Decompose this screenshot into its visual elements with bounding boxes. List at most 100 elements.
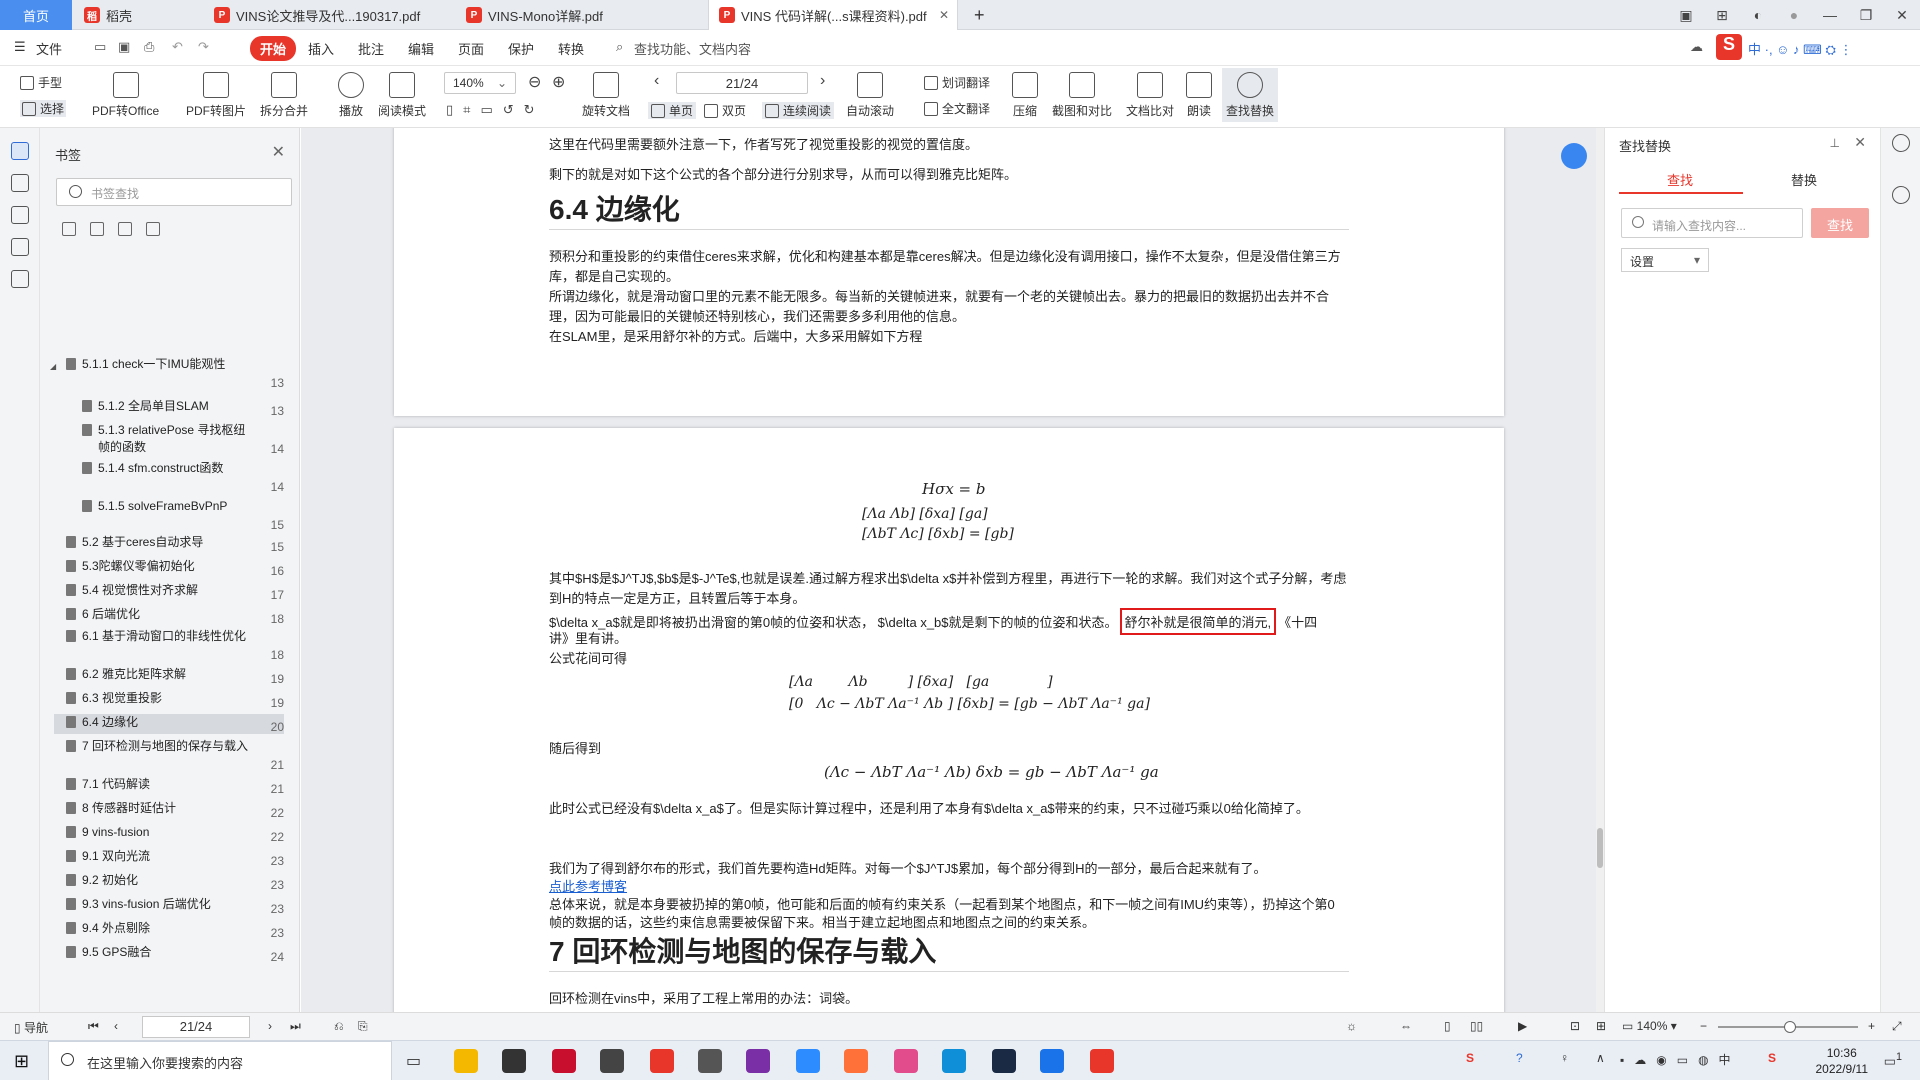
redo-icon[interactable]: ↷ <box>198 39 209 55</box>
screenshot-compare-button[interactable]: 截图和对比 <box>1052 72 1112 119</box>
expand-all-icon[interactable] <box>62 222 76 236</box>
collapse-all-icon[interactable] <box>90 222 104 236</box>
sidebar-item[interactable]: 9.3 vins-fusion 后端优化 23 <box>54 896 284 916</box>
nav-toggle[interactable]: ▯ 导航 <box>14 1019 48 1036</box>
sidebar-item[interactable]: ◢ 5.1.1 check一下IMU能观性 13 <box>50 356 284 390</box>
zoom-in-icon[interactable]: + <box>1868 1019 1875 1033</box>
sidebar-item[interactable]: 5.3陀螺仪零偏初始化 16 <box>54 558 284 578</box>
sidebar-item[interactable]: 6.4 边缘化 20 <box>54 714 284 734</box>
save-icon[interactable]: ▣ <box>118 39 130 55</box>
close-icon[interactable]: ✕ <box>1854 134 1866 151</box>
page-input[interactable]: 21/24 <box>676 72 808 94</box>
double-page-button[interactable]: 双页 <box>704 102 746 119</box>
sidebar-item[interactable]: 8 传感器时延估计 22 <box>54 800 284 820</box>
word-translate-button[interactable]: 划词翻译 <box>924 74 990 91</box>
compress-button[interactable]: 压缩 <box>1012 72 1038 119</box>
layout-icon[interactable]: ▣ <box>1668 7 1704 24</box>
zoom-icon[interactable] <box>796 1049 820 1073</box>
sogou-tray-icon[interactable]: S <box>1466 1051 1474 1065</box>
fullscreen-icon[interactable]: ⤢ <box>1892 1019 1902 1034</box>
tab-vins-paper[interactable]: P VINS论文推导及代...190317.pdf <box>204 0 454 30</box>
forward-icon[interactable]: ⎘ <box>358 1019 368 1034</box>
tab-home[interactable]: 首页 <box>0 0 72 30</box>
play-icon[interactable]: ▶ <box>1518 1019 1527 1033</box>
find-button[interactable]: 查找 <box>1811 208 1869 238</box>
fit-width-icon[interactable]: ⇔ <box>1400 1019 1412 1033</box>
select-tool[interactable]: 选择 <box>20 100 67 117</box>
bookmark-search-input[interactable]: 书签查找 <box>56 178 292 206</box>
sidebar-item[interactable]: 5.1.5 solveFrameBvPnP 15 <box>54 498 284 532</box>
single-page-button[interactable]: 单页 <box>648 102 697 119</box>
app-red-icon[interactable] <box>552 1049 576 1073</box>
close-icon[interactable]: ✕ <box>272 142 285 162</box>
find-input[interactable]: 请输入查找内容... <box>1621 208 1803 238</box>
hamburger-icon[interactable]: ☰ <box>14 39 26 55</box>
sidebar-item[interactable]: 6.1 基于滑动窗口的非线性优化 18 <box>54 628 284 662</box>
sidebar-item[interactable]: 7.1 代码解读 21 <box>54 776 284 796</box>
full-translate-button[interactable]: 全文翻译 <box>924 100 990 117</box>
sidebar-item[interactable]: 6 后端优化 18 <box>54 606 284 626</box>
find-panel-icon[interactable] <box>1891 134 1910 152</box>
sidebar-item[interactable]: 5.1.4 sfm.construct函数 14 <box>54 460 284 494</box>
notification-icon[interactable]: ▭1 <box>1884 1051 1902 1069</box>
menu-convert[interactable]: 转换 <box>558 39 584 58</box>
sogou-icon[interactable]: S <box>1716 34 1742 60</box>
zoom-out-icon[interactable]: − <box>1700 1019 1707 1033</box>
read-aloud-button[interactable]: 朗读 <box>1186 72 1212 119</box>
add-bookmark-icon[interactable] <box>118 222 132 236</box>
app-news-icon[interactable] <box>650 1049 674 1073</box>
prev-page-icon[interactable]: ‹ <box>114 1019 118 1033</box>
print-icon[interactable]: ⎙ <box>144 39 154 55</box>
maximize-button[interactable]: ❐ <box>1848 7 1884 24</box>
thumbnail-panel-icon[interactable] <box>10 174 29 192</box>
store-icon[interactable] <box>502 1049 526 1073</box>
fit-page-icons[interactable]: ▯⌗▭↺↻ <box>446 102 545 118</box>
next-page-icon[interactable]: › <box>268 1019 272 1033</box>
comment-panel-icon[interactable] <box>10 206 29 224</box>
mail-icon[interactable] <box>600 1049 624 1073</box>
single-view-icon[interactable]: ▯ <box>1444 1019 1451 1033</box>
bookmark-icon[interactable] <box>146 222 160 236</box>
double-view-icon[interactable]: ▯▯ <box>1470 1019 1483 1033</box>
ime-toolbar[interactable]: 中 ·, ☺ ♪ ⌨ ⛭ ⋮ <box>1748 39 1853 58</box>
feature-search[interactable]: 查找功能、文档内容 <box>634 39 751 58</box>
bookmark-panel-icon[interactable] <box>10 142 29 160</box>
sidebar-item[interactable]: 5.4 视觉惯性对齐求解 17 <box>54 582 284 602</box>
status-page-input[interactable]: 21/24 <box>142 1016 250 1038</box>
avatar[interactable]: ● <box>1776 7 1812 23</box>
edge-icon[interactable] <box>942 1049 966 1073</box>
pdf-to-image-button[interactable]: PDF转图片 <box>186 72 246 119</box>
attachment-panel-icon[interactable] <box>10 238 29 256</box>
pin-icon[interactable]: ⊥ <box>1830 136 1840 150</box>
zoom-select[interactable]: 140% ⌄ <box>444 72 516 94</box>
camera-icon[interactable] <box>698 1049 722 1073</box>
first-page-icon[interactable]: ⏮ <box>88 1019 99 1034</box>
float-tool-button[interactable] <box>1561 143 1587 169</box>
sidebar-item[interactable]: 6.2 雅克比矩阵求解 19 <box>54 666 284 686</box>
cloud-icon[interactable]: ☁ <box>1690 39 1703 55</box>
app-pink-icon[interactable] <box>894 1049 918 1073</box>
zoom-slider-knob[interactable] <box>1784 1021 1796 1033</box>
wps-icon[interactable] <box>1090 1049 1114 1073</box>
menu-annotate[interactable]: 批注 <box>358 39 384 58</box>
tab-vins-mono[interactable]: P VINS-Mono详解.pdf <box>456 0 706 30</box>
sidebar-item[interactable]: 5.2 基于ceres自动求导 15 <box>54 534 284 554</box>
terminal-icon[interactable] <box>992 1049 1016 1073</box>
close-tab-icon[interactable]: ✕ <box>939 8 949 22</box>
play-button[interactable]: 播放 <box>338 72 364 119</box>
eye-protect-icon[interactable]: ☼ <box>1346 1019 1357 1033</box>
document-scrollbar[interactable] <box>1596 128 1604 1012</box>
skin-icon[interactable]: ◐ <box>1740 7 1776 23</box>
back-icon[interactable]: ⎌ <box>334 1019 344 1034</box>
tab-find[interactable]: 查找 <box>1667 170 1693 189</box>
fit-page-icon[interactable]: ⊡ <box>1570 1019 1580 1033</box>
menu-protect[interactable]: 保护 <box>508 39 534 58</box>
zoom-out-icon[interactable]: ⊖ <box>528 72 541 92</box>
menu-edit[interactable]: 编辑 <box>408 39 434 58</box>
pdf-to-office-button[interactable]: PDF转Office <box>92 72 159 119</box>
sidebar-item[interactable]: 9.1 双向光流 23 <box>54 848 284 868</box>
undo-icon[interactable]: ↶ <box>172 39 183 55</box>
task-view-icon[interactable]: ▭ <box>406 1051 421 1071</box>
ime-tray-icon[interactable]: S <box>1768 1051 1776 1065</box>
clock[interactable]: 10:36 2022/9/11 <box>1816 1045 1869 1077</box>
